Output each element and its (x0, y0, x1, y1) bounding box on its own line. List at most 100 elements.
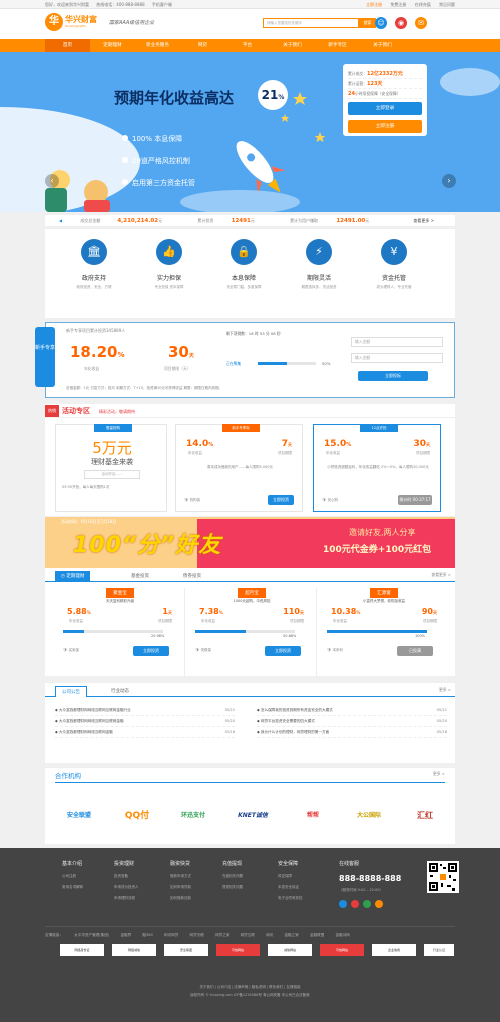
news-more-link[interactable]: 更多 > (439, 687, 451, 693)
balance-input[interactable]: 输入金额 (351, 353, 443, 363)
search-button[interactable]: 搜索 (359, 18, 376, 28)
faq-link[interactable]: 常见问题 (439, 2, 455, 7)
friend-link[interactable]: 网贷互联 (241, 933, 255, 937)
products-more-link[interactable]: 查看更多 > (431, 572, 451, 578)
friend-link[interactable]: 金融界 (120, 933, 131, 937)
product-invest-button[interactable]: 立即投资 (265, 646, 301, 656)
nav-p2p[interactable]: 网贷 (180, 39, 225, 52)
tab-fixed[interactable]: ◷ 定期理财 (55, 571, 91, 582)
weibo-icon[interactable] (351, 900, 359, 908)
tab-bond[interactable]: 债券投资 (177, 571, 207, 582)
newbie-invest-button[interactable]: 立即投标 (358, 371, 428, 381)
friend-link[interactable]: 太平洋资产管理(集团) (74, 933, 109, 937)
product-card-3[interactable]: 汇源富 小富终大梦想，收购加收益 10.38% 90天 年化收益 项目期限 10… (319, 588, 449, 678)
cert-badge[interactable]: 行业认证 (424, 944, 454, 956)
banner-next-arrow[interactable]: › (442, 174, 456, 188)
stats-more-link[interactable]: 查看更多 > (413, 215, 434, 227)
list-item[interactable]: ◆ 大众富钱都理财网网络互联网互联网金融行业 05/22 (55, 705, 235, 716)
partner-logo[interactable]: QQ付 (113, 804, 161, 828)
register-now-link[interactable]: 立即注册 (366, 2, 382, 7)
list-item[interactable]: ◆ 大众富钱都理财网网络互联网金融 05/18 (55, 727, 235, 738)
friend-link[interactable]: 金融诗网 (336, 933, 350, 937)
nav-new-business[interactable]: 新业务服务 (135, 39, 180, 52)
friend-link[interactable]: 网贷天眼 (190, 933, 204, 937)
logo-icon[interactable]: 华 (45, 13, 63, 31)
nav-newbie[interactable]: 新手专区 (315, 39, 360, 52)
friend-link[interactable]: 网贷之家 (215, 933, 229, 937)
friend-link[interactable]: 金融联盟 (310, 933, 324, 937)
list-item[interactable]: ◆ 我为什么计划的理财，网贷理财的第一方面 05/18 (257, 727, 447, 738)
login-button[interactable]: 立即登录 (348, 102, 422, 115)
activity-invest-button[interactable]: 立即投资 (268, 495, 294, 505)
footer-link[interactable]: 如何申请贷款 (170, 885, 220, 890)
friend-link[interactable]: 和讯网贷 (164, 933, 178, 937)
nav-home[interactable]: 首页 (45, 39, 90, 52)
user-icon[interactable]: ☺ (375, 17, 387, 29)
footer-link[interactable]: 充值相关问题 (222, 874, 272, 879)
banner-prev-arrow[interactable]: ‹ (45, 174, 59, 188)
list-item[interactable]: ◆ 怎么保障我的投资到期所有资金安全的大模式 05/21 (257, 705, 447, 716)
tab-announcements[interactable]: 公司公告 (55, 686, 87, 697)
cert-badge[interactable]: 可信网站 (320, 944, 364, 956)
footer-bottom-links[interactable]: 关于我们 | 公司介绍 | 法律声明 | 隐私说明 | 联系我们 | 友情链接 (0, 983, 500, 991)
activity-feature-desc[interactable]: 活动开启…… (84, 470, 140, 479)
activity-card-featured[interactable]: 限量抢购 5万元 理财基金来袭 活动开启…… 09:30开抢，每人每天限购1次 (55, 424, 167, 512)
product-invest-button[interactable]: 立即投资 (133, 646, 169, 656)
partner-logo[interactable]: 帮帮 (289, 804, 337, 828)
partner-logo[interactable]: 环迅支付 (169, 804, 217, 828)
feature-flexible[interactable]: ⚡ 期限灵活 期限选择多，灵活投资 (285, 229, 353, 290)
footer-link[interactable]: 风控保障 (278, 874, 328, 879)
feature-guarantee[interactable]: 👍 实力担保 专业担保 资本保障 (135, 229, 203, 290)
friend-link[interactable]: 和讯 (266, 933, 273, 937)
partner-logo[interactable]: 汇红 (401, 804, 449, 828)
nav-about-2[interactable]: 关于我们 (360, 39, 405, 52)
feature-government[interactable]: 🏛 政府支持 政府投资、安全、方便 (60, 229, 128, 290)
feature-custody[interactable]: ¥ 资金托管 成为理财人，专业托管 (360, 229, 428, 290)
cert-badge[interactable]: 诚信网站 (268, 944, 312, 956)
footer-link[interactable]: 本息安全保证 (278, 885, 328, 890)
footer-link[interactable]: 如何借款还款 (170, 896, 220, 901)
search-input[interactable]: 请输入您要找的关键字 (263, 18, 359, 28)
footer-link[interactable]: 公司注册 (62, 874, 112, 879)
footer-link[interactable]: 电子合同有效性 (278, 896, 328, 901)
activity-countdown-button[interactable]: 倒计时 00:37:17 (398, 495, 432, 505)
list-item[interactable]: ◆ 网贷平台投资安全需要的四大模式 05/20 (257, 716, 447, 727)
tab-fund[interactable]: 基金投资 (125, 571, 155, 582)
product-soldout-button[interactable]: 已投满 (397, 646, 433, 656)
nav-about-1[interactable]: 关于我们 (270, 39, 315, 52)
nav-fixed-invest[interactable]: 定期理财 (90, 39, 135, 52)
partners-more-link[interactable]: 更多 > (433, 771, 445, 777)
qq-icon[interactable] (339, 900, 347, 908)
product-card-1[interactable]: 聚金宝 天天复利精彩升级 5.88% 1天 年化收益 项目期限 20.98% 🛡… (55, 588, 185, 678)
weibo-icon[interactable]: ◉ (395, 17, 407, 29)
nav-platform[interactable]: 平台 (225, 39, 270, 52)
share-icon[interactable] (375, 900, 383, 908)
cert-badge[interactable]: 企业信用 (372, 944, 416, 956)
product-card-2[interactable]: 超月宝 1000元起购，中低风险 7.38% 110天 年化收益 项目期限 50… (187, 588, 317, 678)
footer-link[interactable]: 常用名词解释 (62, 885, 112, 890)
amount-input[interactable]: 输入金额 (351, 337, 443, 347)
list-item[interactable]: ◆ 大众富钱都理财网网络互联网互联网金融 05/20 (55, 716, 235, 727)
partner-logo[interactable]: 安全联盟 (55, 804, 103, 828)
cert-badge[interactable]: 可信网站 (216, 944, 260, 956)
wechat-icon[interactable]: ✉ (415, 17, 427, 29)
footer-link[interactable]: 申请成为投资人 (114, 885, 164, 890)
footer-link[interactable]: 提现相关问题 (222, 885, 272, 890)
mobile-client-link[interactable]: 手机客户端 (152, 2, 172, 7)
friend-link[interactable]: 融360 (142, 933, 152, 937)
recharge-link[interactable]: 在线充值 (415, 2, 431, 7)
tab-industry[interactable]: 行业动态 (105, 686, 135, 697)
cert-badge[interactable]: 安全联盟 (164, 944, 208, 956)
partner-logo[interactable]: KNET诚信 (229, 804, 277, 828)
cert-badge[interactable]: 网络诚信 (112, 944, 156, 956)
free-register-link[interactable]: 免费注册 (390, 2, 406, 7)
partner-logo[interactable]: 大公国际 (345, 804, 393, 828)
register-button[interactable]: 立即注册 (348, 120, 422, 133)
activity-card-2[interactable]: 12点开抢 15.0% 30天 年化收益 项目期限 小饼投资超额返利，年化收益翻… (313, 424, 441, 512)
cert-badge[interactable]: 网络身份证 (60, 944, 104, 956)
footer-link[interactable]: 借款申请方式 (170, 874, 220, 879)
feature-principal[interactable]: 🔒 本息保障 安全零门槛，多重保障 (210, 229, 278, 290)
activity-card-1[interactable]: 新手专享标 14.0% 7天 年化收益 项目期限 周末成功借款的用户……每人限购… (175, 424, 303, 512)
friend-link[interactable]: 金融之家 (284, 933, 298, 937)
wechat-icon[interactable] (363, 900, 371, 908)
